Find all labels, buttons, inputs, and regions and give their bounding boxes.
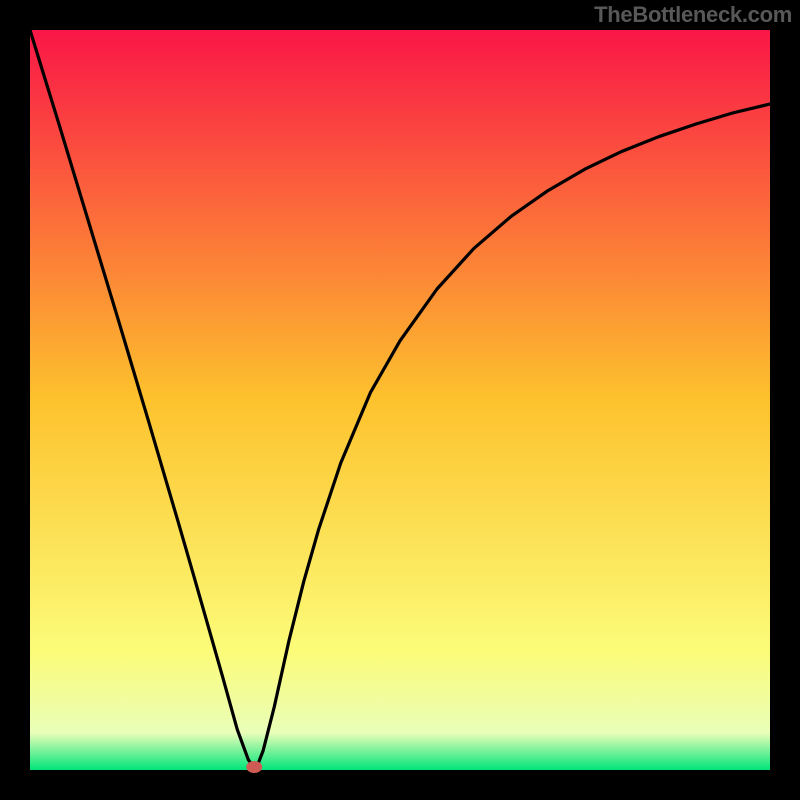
minimum-marker (246, 761, 262, 773)
chart-root: TheBottleneck.com (0, 0, 800, 800)
chart-svg (0, 0, 800, 800)
